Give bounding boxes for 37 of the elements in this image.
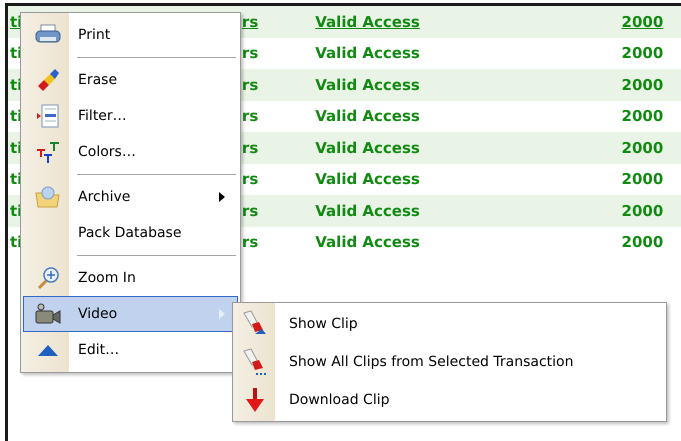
table-cell-text: rs <box>242 74 260 96</box>
menu-item[interactable]: Video <box>23 296 238 332</box>
table-cell-text: rs <box>242 43 260 64</box>
triangle-icon <box>37 343 59 357</box>
table-cell-text: rs <box>242 232 260 253</box>
menu-item[interactable]: Download Clip <box>233 381 666 419</box>
table-cell-text: rs <box>242 169 260 190</box>
table-cell-text: 2000 <box>622 138 664 158</box>
table-cell-text: 2000 <box>622 106 664 127</box>
menu-item[interactable]: Zoom In <box>23 260 238 296</box>
table-cell-text: Valid Access <box>315 74 421 96</box>
video-camera-icon <box>34 302 62 326</box>
folder-icon <box>35 185 61 209</box>
table-cell-text: Valid Access <box>315 43 421 64</box>
table-cell-text: 2000 <box>622 43 664 64</box>
table-cell-text: Valid Access <box>315 169 421 190</box>
zoom-in-icon <box>36 266 60 290</box>
eraser-icon <box>36 68 60 92</box>
table-cell-text: 2000 <box>622 74 664 96</box>
menu-item[interactable]: Filter… <box>23 98 238 134</box>
table-cell-text: Valid Access <box>315 232 421 253</box>
flashlight-icon <box>242 348 268 376</box>
table-cell-text: Valid Access <box>315 200 421 222</box>
table-cell-text: 2000 <box>622 12 664 32</box>
table-cell-text: rs <box>242 138 260 158</box>
table-cell-text: Valid Access <box>315 12 421 32</box>
table-cell-text: Valid Access <box>315 138 421 158</box>
table-cell-text: rs <box>242 12 260 32</box>
table-cell-text: 2000 <box>622 200 664 222</box>
down-arrow-icon <box>245 387 265 413</box>
text-letters-icon <box>36 140 60 164</box>
list-icon <box>36 104 60 128</box>
table-cell-text: rs <box>242 200 260 222</box>
table-cell-text: rs <box>242 106 260 127</box>
table-cell-text: Valid Access <box>315 106 421 127</box>
table-cell-text: 2000 <box>622 169 664 190</box>
table-cell-text: 2000 <box>622 232 664 253</box>
